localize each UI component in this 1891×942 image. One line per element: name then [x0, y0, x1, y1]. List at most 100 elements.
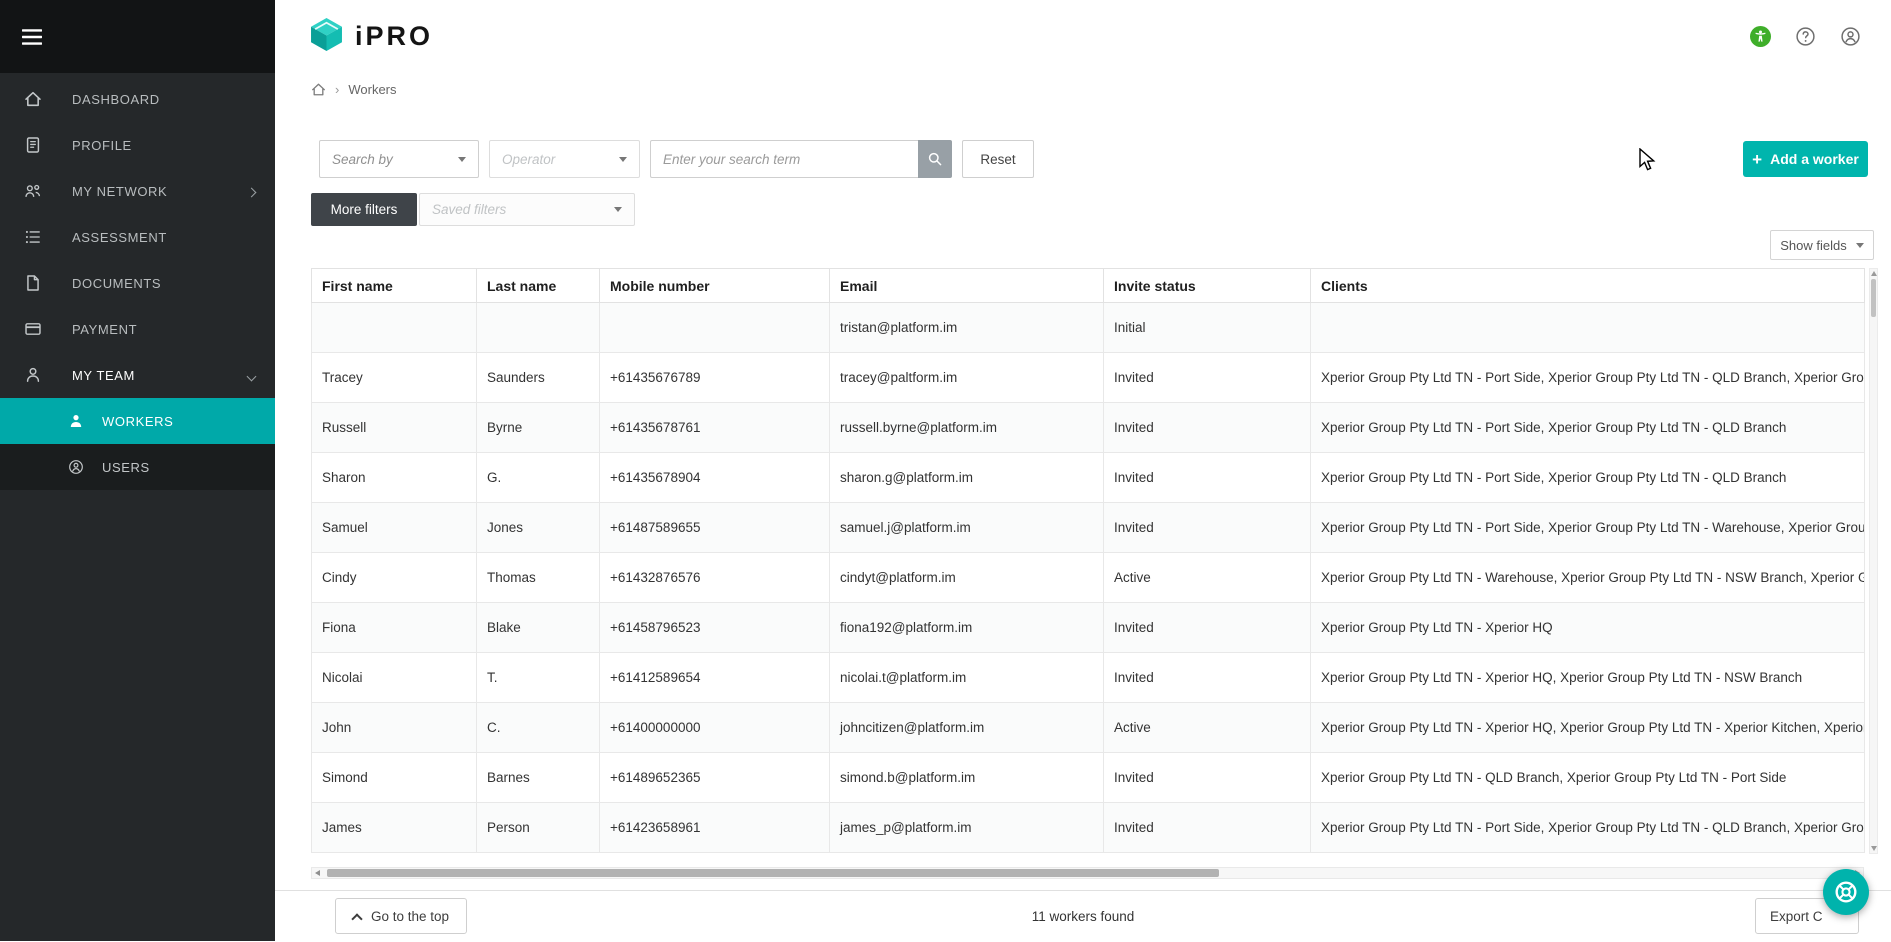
- cell-status: Invited: [1103, 652, 1311, 703]
- more-filters-button[interactable]: More filters: [311, 193, 417, 226]
- table-row[interactable]: Fiona Blake +61458796523 fiona192@platform.…: [311, 602, 1865, 653]
- assessment-icon: [24, 228, 42, 246]
- cell-first: John: [311, 702, 477, 753]
- column-header-last-name[interactable]: Last name: [476, 268, 600, 303]
- table-row[interactable]: Samuel Jones +61487589655 samuel.j@platform…: [311, 502, 1865, 553]
- add-worker-label: Add a worker: [1770, 151, 1859, 167]
- user-icon: [68, 459, 84, 475]
- cell-last: Byrne: [476, 402, 600, 453]
- go-to-top-label: Go to the top: [370, 908, 450, 924]
- go-to-top-button[interactable]: Go to the top: [335, 898, 467, 934]
- column-header-invite-status[interactable]: Invite status: [1103, 268, 1311, 303]
- column-header-first-name[interactable]: First name: [311, 268, 477, 303]
- cell-clients: Xperior Group Pty Ltd TN - Port Side, Xp…: [1310, 452, 1865, 503]
- account-icon[interactable]: [1840, 26, 1861, 47]
- vertical-scrollbar[interactable]: [1869, 268, 1878, 854]
- sidebar-nav: DASHBOARD PROFILE MY NETWORK ASSESSMENT DOCU…: [0, 73, 275, 398]
- sidebar-item-dashboard[interactable]: DASHBOARD: [0, 76, 275, 122]
- sidebar-item-my-team[interactable]: MY TEAM: [0, 352, 275, 398]
- hamburger-menu-icon[interactable]: [22, 28, 42, 45]
- sidebar-item-profile[interactable]: PROFILE: [0, 122, 275, 168]
- horizontal-scrollbar-thumb[interactable]: [327, 869, 1219, 877]
- sidebar-item-users[interactable]: USERS: [0, 444, 275, 490]
- cell-mobile: +61412589654: [599, 652, 830, 703]
- cell-clients: Xperior Group Pty Ltd TN - Xperior HQ, X…: [1310, 652, 1865, 703]
- cell-first: [311, 302, 477, 353]
- home-icon: [24, 90, 42, 108]
- team-icon: [24, 366, 42, 384]
- help-icon[interactable]: [1795, 26, 1816, 47]
- column-header-clients[interactable]: Clients: [1310, 268, 1865, 303]
- cell-clients: Xperior Group Pty Ltd TN - Port Side, Xp…: [1310, 402, 1865, 453]
- sidebar-subnav: WORKERS USERS: [0, 398, 275, 490]
- table-row[interactable]: Russell Byrne +61435678761 russell.byrne@pl…: [311, 402, 1865, 453]
- cell-clients: Xperior Group Pty Ltd TN - Port Side, Xp…: [1310, 802, 1865, 853]
- column-header-email[interactable]: Email: [829, 268, 1104, 303]
- breadcrumb-current: Workers: [348, 82, 397, 97]
- cell-first: Sharon: [311, 452, 477, 503]
- cell-email: cindyt@platform.im: [829, 552, 1104, 603]
- workers-table: First name Last name Mobile number Email Inv…: [311, 268, 1865, 853]
- cell-email: fiona192@platform.im: [829, 602, 1104, 653]
- cell-last: Barnes: [476, 752, 600, 803]
- scroll-up-arrow-icon[interactable]: [1871, 271, 1877, 276]
- cell-status: Invited: [1103, 402, 1311, 453]
- sidebar-item-documents[interactable]: DOCUMENTS: [0, 260, 275, 306]
- add-worker-button[interactable]: Add a worker: [1743, 141, 1868, 177]
- table-row[interactable]: Nicolai T. +61412589654 nicolai.t@platform.…: [311, 652, 1865, 703]
- sidebar-item-assessment[interactable]: ASSESSMENT: [0, 214, 275, 260]
- cell-clients: Xperior Group Pty Ltd TN - Port Side, Xp…: [1310, 502, 1865, 553]
- chevron-down-icon: [458, 156, 466, 162]
- cell-mobile: +61423658961: [599, 802, 830, 853]
- cell-first: Russell: [311, 402, 477, 453]
- header-icons: [1750, 26, 1861, 47]
- search-icon: [928, 152, 942, 166]
- cell-email: james_p@platform.im: [829, 802, 1104, 853]
- search-button[interactable]: [918, 140, 952, 178]
- show-fields-label: Show fields: [1780, 237, 1847, 253]
- accessibility-widget-icon[interactable]: [1750, 26, 1771, 47]
- cell-status: Invited: [1103, 752, 1311, 803]
- cell-first: Samuel: [311, 502, 477, 553]
- horizontal-scrollbar[interactable]: [311, 867, 1864, 879]
- scroll-down-arrow-icon[interactable]: [1871, 846, 1877, 851]
- table-row[interactable]: Sharon G. +61435678904 sharon.g@platform.im…: [311, 452, 1865, 503]
- main-content: Workers Search by Operator Reset Add a w…: [311, 73, 1878, 890]
- show-fields-button[interactable]: Show fields: [1770, 230, 1874, 260]
- table-row[interactable]: John C. +61400000000 johncitizen@platform.i…: [311, 702, 1865, 753]
- cell-first: Simond: [311, 752, 477, 803]
- operator-dropdown[interactable]: Operator: [489, 140, 640, 178]
- documents-icon: [24, 274, 42, 292]
- payment-icon: [24, 320, 42, 338]
- results-count: 11 workers found: [1031, 909, 1135, 924]
- sidebar-item-payment[interactable]: PAYMENT: [0, 306, 275, 352]
- search-input[interactable]: [650, 140, 918, 178]
- reset-button[interactable]: Reset: [962, 140, 1034, 178]
- profile-icon: [24, 136, 42, 154]
- table-row[interactable]: James Person +61423658961 james_p@platform.…: [311, 802, 1865, 853]
- search-by-dropdown[interactable]: Search by: [319, 140, 479, 178]
- table-row[interactable]: Cindy Thomas +61432876576 cindyt@platform.i…: [311, 552, 1865, 603]
- table-row[interactable]: Simond Barnes +61489652365 simond.b@platfor…: [311, 752, 1865, 803]
- saved-filters-dropdown[interactable]: Saved filters: [419, 193, 635, 226]
- sidebar-item-my-network[interactable]: MY NETWORK: [0, 168, 275, 214]
- table-row[interactable]: tristan@platform.im Initial: [311, 302, 1865, 353]
- app-logo[interactable]: iPRO: [311, 17, 433, 56]
- scroll-left-arrow-icon[interactable]: [315, 870, 320, 876]
- operator-label: Operator: [502, 151, 556, 167]
- table-body: tristan@platform.im Initial Tracey Saunders…: [311, 302, 1865, 853]
- cell-last: Person: [476, 802, 600, 853]
- support-chat-button[interactable]: [1823, 869, 1869, 915]
- lifebuoy-icon: [1835, 881, 1857, 903]
- cell-clients: [1310, 302, 1865, 353]
- column-header-mobile-number[interactable]: Mobile number: [599, 268, 830, 303]
- home-icon[interactable]: [311, 82, 326, 97]
- sidebar-item-workers[interactable]: WORKERS: [0, 398, 275, 444]
- vertical-scrollbar-thumb[interactable]: [1871, 279, 1876, 317]
- table-row[interactable]: Tracey Saunders +61435676789 tracey@paltfor…: [311, 352, 1865, 403]
- cell-clients: Xperior Group Pty Ltd TN - QLD Branch, X…: [1310, 752, 1865, 803]
- breadcrumb-separator: [335, 82, 339, 97]
- cell-status: Active: [1103, 552, 1311, 603]
- cell-email: sharon.g@platform.im: [829, 452, 1104, 503]
- cell-clients: Xperior Group Pty Ltd TN - Xperior HQ, X…: [1310, 702, 1865, 753]
